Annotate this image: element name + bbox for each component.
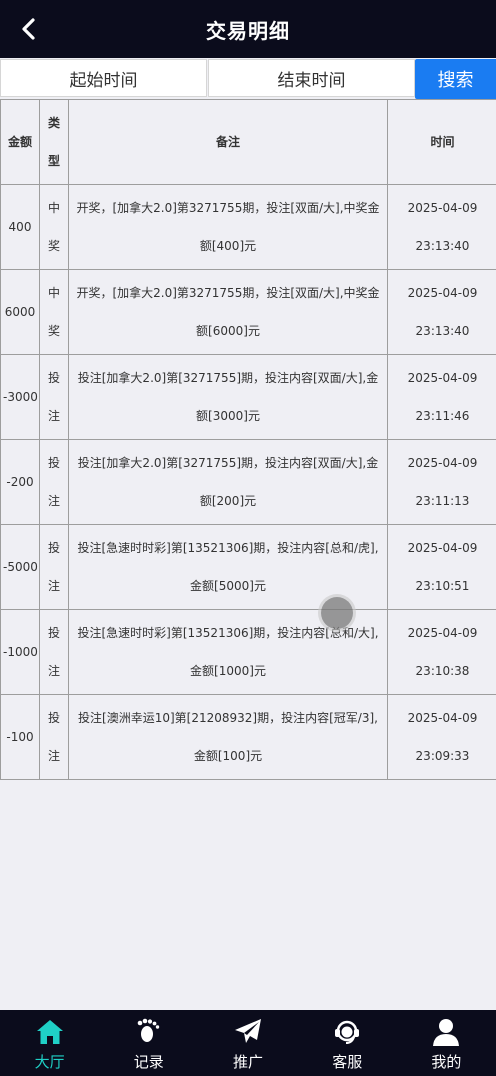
time-cell: 2025-04-09 23:10:51 [387, 524, 496, 610]
home-icon [34, 1016, 66, 1048]
type-cell: 投注 [39, 694, 69, 780]
transaction-table: 金额 类型 备注 时间 400 中奖 开奖，[加拿大2.0]第3271755期，投注… [0, 99, 496, 780]
touch-indicator [321, 597, 353, 629]
header-note: 备注 [68, 99, 388, 185]
end-time-field[interactable]: 结束时间 [208, 59, 415, 97]
amount-cell: -3000 [0, 354, 40, 440]
headset-icon [331, 1016, 363, 1048]
start-time-field[interactable]: 起始时间 [0, 59, 207, 97]
table-row: 400 中奖 开奖，[加拿大2.0]第3271755期，投注[双面/大],中奖金额[… [0, 184, 496, 270]
note-cell: 开奖，[加拿大2.0]第3271755期，投注[双面/大],中奖金额[6000]… [68, 269, 388, 355]
tab-mine[interactable]: 我的 [397, 1010, 496, 1076]
tab-records[interactable]: 记录 [99, 1010, 198, 1076]
time-cell: 2025-04-09 23:11:46 [387, 354, 496, 440]
search-button[interactable]: 搜索 [415, 59, 496, 99]
footprint-icon [133, 1016, 165, 1048]
tab-customer-service[interactable]: 客服 [298, 1010, 397, 1076]
type-cell: 投注 [39, 609, 69, 695]
time-date: 2025-04-09 [407, 286, 478, 300]
time-date: 2025-04-09 [407, 711, 478, 725]
note-cell: 投注[加拿大2.0]第[3271755]期，投注内容[双面/大],金额[3000… [68, 354, 388, 440]
type-cell: 中奖 [39, 269, 69, 355]
amount-cell: -100 [0, 694, 40, 780]
time-cell: 2025-04-09 23:13:40 [387, 269, 496, 355]
time-date: 2025-04-09 [407, 626, 478, 640]
type-text: 投注 [47, 371, 60, 423]
type-cell: 中奖 [39, 184, 69, 270]
chevron-left-icon [22, 18, 35, 40]
table-row: -3000 投注 投注[加拿大2.0]第[3271755]期，投注内容[双面/大],… [0, 354, 496, 440]
amount-cell: -200 [0, 439, 40, 525]
time-clock: 23:11:46 [415, 409, 470, 423]
header-amount: 金额 [0, 99, 40, 185]
table-row: -1000 投注 投注[急速时时彩]第[13521306]期，投注内容[总和/大],… [0, 609, 496, 695]
type-text: 投注 [47, 711, 60, 763]
time-cell: 2025-04-09 23:13:40 [387, 184, 496, 270]
note-cell: 开奖，[加拿大2.0]第3271755期，投注[双面/大],中奖金额[400]元 [68, 184, 388, 270]
time-cell: 2025-04-09 23:11:13 [387, 439, 496, 525]
time-clock: 23:13:40 [415, 324, 470, 338]
type-cell: 投注 [39, 524, 69, 610]
user-icon [430, 1016, 462, 1048]
time-cell: 2025-04-09 23:09:33 [387, 694, 496, 780]
back-button[interactable] [12, 12, 46, 46]
time-date: 2025-04-09 [407, 201, 478, 215]
type-text: 中奖 [47, 286, 60, 338]
tab-label: 推广 [233, 1053, 264, 1071]
tab-label: 客服 [332, 1053, 363, 1071]
page-title: 交易明细 [206, 18, 290, 43]
tab-promotion[interactable]: 推广 [198, 1010, 297, 1076]
note-cell: 投注[加拿大2.0]第[3271755]期，投注内容[双面/大],金额[200]… [68, 439, 388, 525]
table-row: -100 投注 投注[澳洲幸运10]第[21208932]期，投注内容[冠军/3],… [0, 694, 496, 780]
tab-label: 我的 [431, 1053, 462, 1071]
type-text: 投注 [47, 456, 60, 508]
type-cell: 投注 [39, 439, 69, 525]
filter-bar: 起始时间 结束时间 搜索 [0, 58, 496, 100]
amount-cell: 400 [0, 184, 40, 270]
amount-cell: 6000 [0, 269, 40, 355]
paper-plane-icon [232, 1016, 264, 1048]
header-time: 时间 [387, 99, 496, 185]
amount-cell: -1000 [0, 609, 40, 695]
tab-hall[interactable]: 大厅 [0, 1010, 99, 1076]
time-clock: 23:10:51 [415, 579, 470, 593]
time-date: 2025-04-09 [407, 456, 478, 470]
time-date: 2025-04-09 [407, 371, 478, 385]
time-clock: 23:11:13 [415, 494, 470, 508]
top-bar: 交易明细 [0, 0, 496, 58]
time-clock: 23:09:33 [415, 749, 470, 763]
table-header-row: 金额 类型 备注 时间 [0, 99, 496, 185]
time-cell: 2025-04-09 23:10:38 [387, 609, 496, 695]
type-cell: 投注 [39, 354, 69, 440]
tab-label: 记录 [133, 1053, 164, 1071]
time-clock: 23:13:40 [415, 239, 470, 253]
time-clock: 23:10:38 [415, 664, 470, 678]
type-text: 投注 [47, 626, 60, 678]
bottom-tab-bar: 大厅 记录 推广 客服 我的 [0, 1010, 496, 1076]
type-text: 投注 [47, 541, 60, 593]
header-type: 类型 [39, 99, 69, 185]
tab-label: 大厅 [34, 1053, 65, 1071]
type-text: 中奖 [47, 201, 60, 253]
header-type-text: 类型 [47, 116, 60, 168]
table-row: -5000 投注 投注[急速时时彩]第[13521306]期，投注内容[总和/虎],… [0, 524, 496, 610]
table-row: -200 投注 投注[加拿大2.0]第[3271755]期，投注内容[双面/大],金… [0, 439, 496, 525]
time-date: 2025-04-09 [407, 541, 478, 555]
table-row: 6000 中奖 开奖，[加拿大2.0]第3271755期，投注[双面/大],中奖金额… [0, 269, 496, 355]
note-cell: 投注[澳洲幸运10]第[21208932]期，投注内容[冠军/3],金额[100… [68, 694, 388, 780]
amount-cell: -5000 [0, 524, 40, 610]
